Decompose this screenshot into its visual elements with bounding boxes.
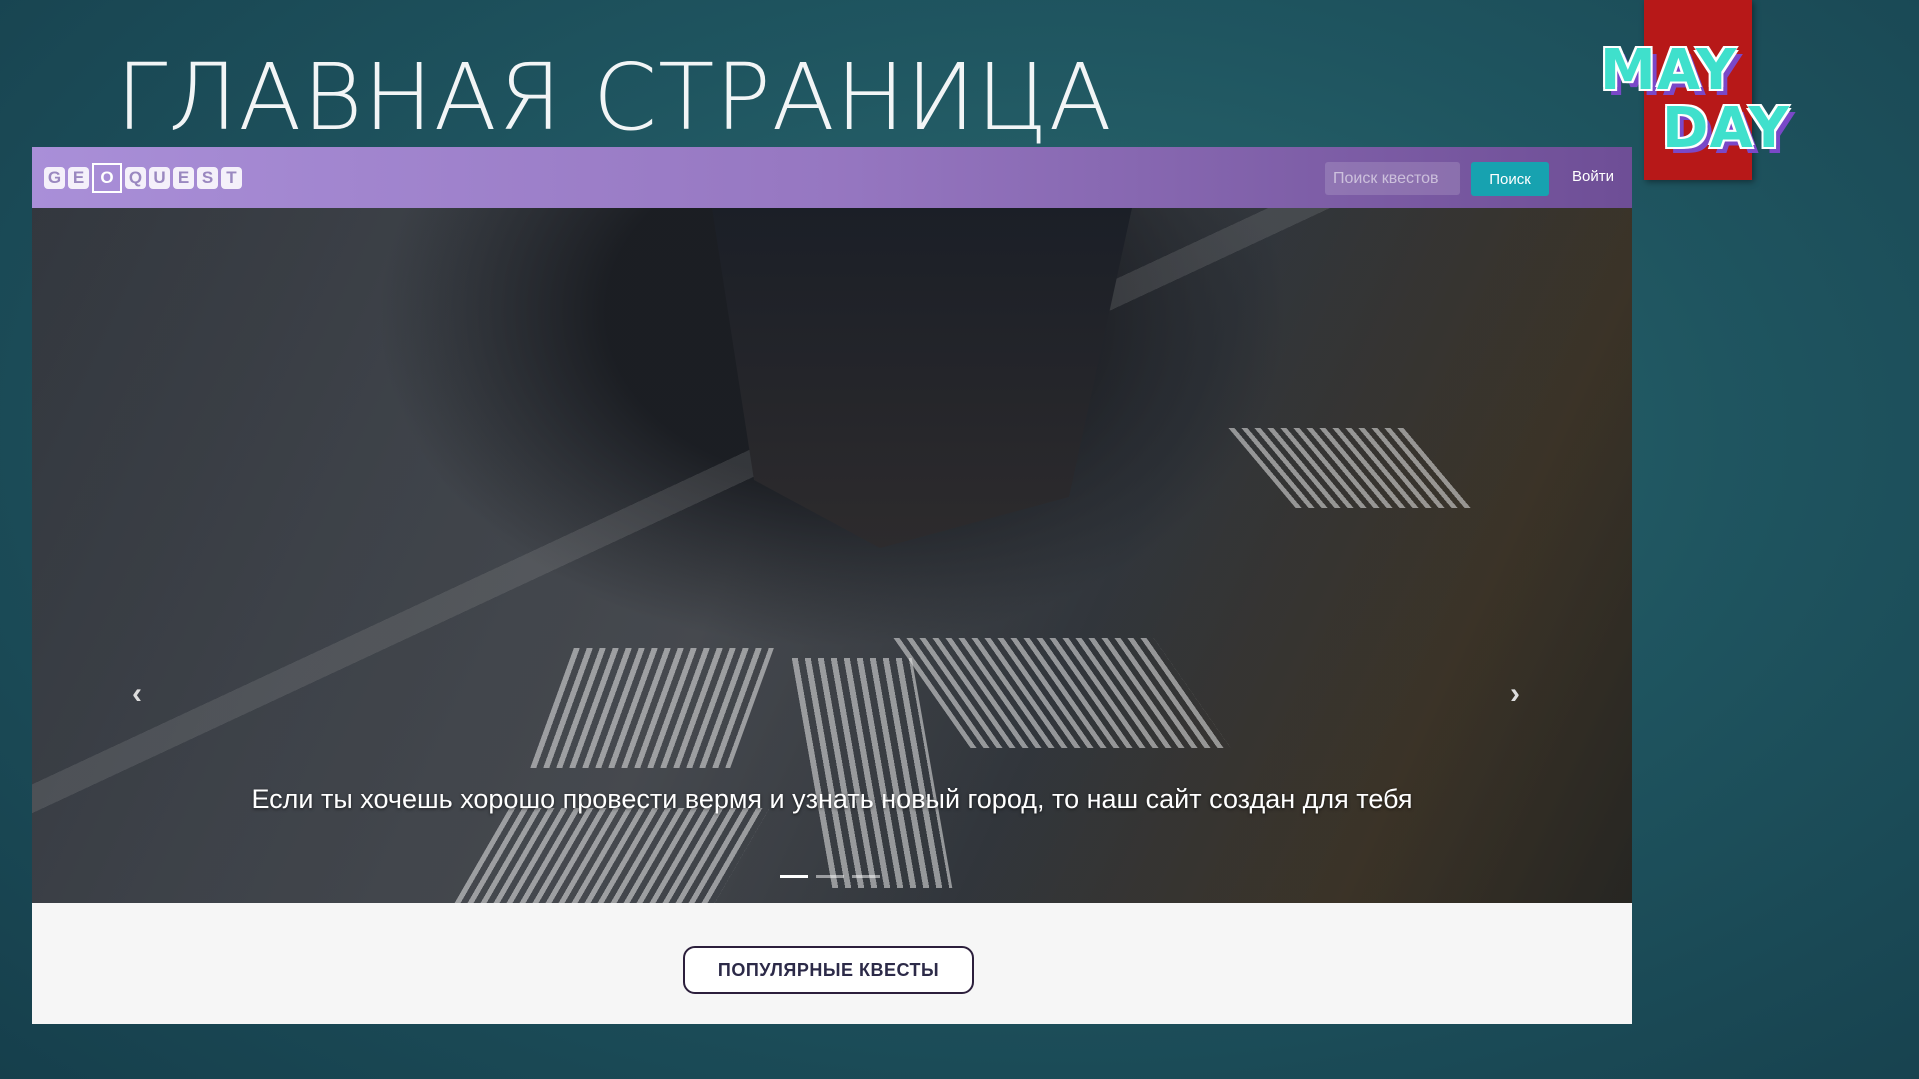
mayday-logo-line1: MAY: [1600, 38, 1738, 103]
logo-letter: U: [149, 167, 170, 189]
navbar: G E O Q U E S T Поиск Войти: [32, 147, 1632, 208]
geoquest-logo[interactable]: G E O Q U E S T: [44, 163, 242, 193]
logo-letter: E: [68, 167, 89, 189]
website-mockup: G E O Q U E S T Поиск Войти ‹ › Если ты …: [32, 147, 1632, 1024]
popular-quests-button[interactable]: ПОПУЛЯРНЫЕ КВЕСТЫ: [683, 946, 974, 994]
indicator-2[interactable]: [816, 875, 844, 878]
logo-letter: Q: [125, 167, 146, 189]
slide-title: ГЛАВНАЯ СТРАНИЦА: [116, 44, 1113, 151]
mayday-logo-line2: DAY: [1662, 96, 1791, 161]
carousel-prev-icon[interactable]: ‹: [132, 677, 142, 711]
indicator-3[interactable]: [852, 875, 880, 878]
logo-letter: G: [44, 167, 65, 189]
search-button[interactable]: Поиск: [1471, 162, 1549, 196]
crosswalk: [791, 658, 953, 888]
logo-letter: E: [173, 167, 194, 189]
logo-letter: T: [221, 167, 242, 189]
logo-letter: S: [197, 167, 218, 189]
login-link[interactable]: Войти: [1572, 168, 1614, 185]
carousel-indicators: [780, 875, 880, 878]
search-input[interactable]: [1325, 162, 1460, 195]
crosswalk: [454, 808, 770, 903]
carousel-caption: Если ты хочешь хорошо провести вермя и у…: [251, 784, 1413, 814]
crosswalk: [530, 648, 774, 768]
carousel-next-icon[interactable]: ›: [1510, 677, 1520, 711]
indicator-1[interactable]: [780, 875, 808, 878]
city-photo-building: [712, 208, 1132, 548]
logo-letter: O: [92, 163, 122, 193]
crosswalk: [1228, 428, 1476, 508]
crosswalk: [893, 638, 1231, 748]
